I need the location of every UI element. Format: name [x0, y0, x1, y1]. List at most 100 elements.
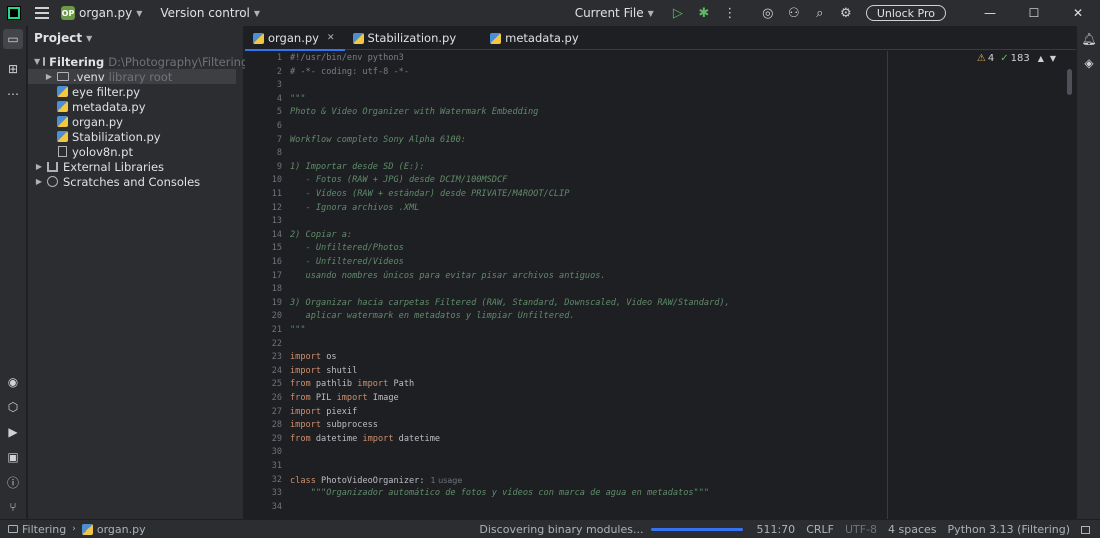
chevron-down-icon: ▼ [136, 8, 143, 18]
left-tool-stripe: ▭ ⊞ ⋯ ◉ ⬡ ▶ ▣ ⓘ ⑂ [0, 26, 27, 519]
line-number: 15 [271, 243, 282, 254]
collapse-arrow-icon[interactable]: ▶ [34, 162, 44, 171]
code-line: from PIL import Image [290, 392, 399, 406]
ai-chat-icon[interactable]: ◈ [1080, 54, 1098, 72]
line-number: 16 [271, 257, 282, 267]
tree-item-file[interactable]: organ.py [28, 114, 243, 129]
scratches-label: Scratches and Consoles [63, 174, 201, 189]
tab-metadata[interactable]: metadata.py [482, 26, 589, 50]
code-line: - Unfiltered/Videos [290, 257, 404, 267]
breadcrumb-file[interactable]: organ.py [97, 523, 146, 536]
tree-item-file[interactable]: eye filter.py [28, 84, 243, 99]
warnings-count: 4 [987, 53, 995, 64]
collapse-arrow-icon[interactable]: ▶ [34, 177, 44, 186]
ai-assistant-icon[interactable]: ◎ [758, 3, 778, 23]
line-number: 6 [276, 121, 282, 131]
code-text: os [321, 352, 337, 363]
code-text: shutil [321, 365, 358, 376]
line-number: 8 [276, 148, 282, 159]
close-window-button[interactable]: ✕ [1056, 0, 1100, 26]
search-icon[interactable]: ⌕ [810, 3, 830, 23]
tree-item-file[interactable]: Stabilization.py [28, 129, 243, 144]
tree-item-file[interactable]: metadata.py [28, 99, 243, 114]
notifications-bell-icon[interactable]: 🔔︎ [1080, 30, 1098, 48]
keyword: class [290, 475, 316, 486]
git-icon[interactable]: ⑂ [3, 497, 23, 517]
tree-item-root[interactable]: ▼ Filtering D:\Photography\Filtering [28, 54, 248, 69]
project-panel-header[interactable]: Project ▼ [28, 26, 243, 50]
python-packages-icon[interactable]: ◉ [3, 372, 23, 392]
line-number: 31 [271, 461, 282, 471]
file-name: metadata.py [72, 99, 146, 114]
chevron-up-icon[interactable]: ▲ [1038, 54, 1044, 63]
close-tab-icon[interactable]: ✕ [327, 33, 335, 43]
project-badge: OP [61, 6, 75, 20]
line-number: 29 [271, 433, 282, 444]
file-name: eye filter.py [72, 84, 141, 99]
python-file-icon [352, 32, 364, 44]
main-menu-icon[interactable] [35, 7, 49, 19]
line-number: 30 [271, 447, 282, 458]
background-task-label[interactable]: Discovering binary modules... [479, 523, 643, 536]
code-line: 3) Organizar hacia carpetas Filtered (RA… [290, 297, 730, 308]
code-line: usando nombres únicos para evitar pisar … [290, 270, 606, 281]
code-line: #!/usr/bin/env python3 [290, 53, 404, 63]
pycharm-logo-icon [7, 6, 21, 20]
expand-arrow-icon[interactable]: ▼ [34, 57, 40, 66]
folder-icon [8, 525, 18, 533]
venv-hint: library root [108, 69, 173, 84]
keyword: import [290, 420, 322, 431]
maximize-button[interactable]: ☐ [1012, 0, 1056, 26]
add-user-icon[interactable]: ⚇ [784, 3, 804, 23]
code-editor[interactable]: 1 2 3 4 5 6 7 8 9 10 11 12 13 14 15 16 17 18 19 20 21 22 23 24 2… [245, 51, 1076, 519]
run-icon[interactable]: ▷ [668, 3, 688, 23]
more-actions-icon[interactable]: ⋮ [720, 3, 740, 23]
line-number: 7 [276, 134, 282, 145]
right-tool-stripe: 🔔︎ ◈ [1076, 26, 1100, 519]
tree-item-external-libraries[interactable]: ▶ External Libraries [28, 159, 243, 174]
tab-stabilization[interactable]: Stabilization.py [345, 26, 467, 50]
code-line: import shutil [290, 365, 357, 379]
version-control-menu[interactable]: Version control ▼ [160, 6, 260, 20]
title-bar: OP organ.py ▼ Version control ▼ Current … [0, 0, 1100, 26]
tab-organ[interactable]: organ.py ✕ [245, 26, 345, 51]
line-number: 10 [271, 175, 282, 186]
indent-settings[interactable]: 4 spaces [888, 523, 937, 536]
breadcrumb-folder[interactable]: Filtering [22, 523, 66, 536]
keyword: import [336, 393, 368, 403]
inspection-widget[interactable]: ⚠ 4 ✓ 183 ▲ ▼ [977, 53, 1056, 64]
minimize-button[interactable]: — [968, 0, 1012, 26]
debug-icon[interactable]: ✱ [694, 3, 714, 23]
caret-position[interactable]: 511:70 [756, 523, 795, 536]
tree-item-file[interactable]: yolov8n.pt [28, 144, 243, 159]
tab-label: metadata.py [505, 31, 579, 45]
line-number: 18 [271, 284, 282, 295]
more-tools-icon[interactable]: ⋯ [3, 84, 23, 104]
project-tool-icon[interactable]: ▭ [3, 29, 23, 49]
line-separator[interactable]: CRLF [806, 523, 834, 536]
chevron-down-icon[interactable]: ▼ [1050, 54, 1056, 63]
read-only-lock-icon[interactable] [1081, 525, 1090, 534]
problems-icon[interactable]: ⓘ [3, 472, 23, 492]
vertical-scrollbar[interactable] [1067, 69, 1072, 95]
line-number: 19 [271, 297, 282, 308]
collapse-arrow-icon[interactable]: ▶ [44, 72, 54, 81]
unlock-pro-button[interactable]: Unlock Pro [865, 5, 946, 21]
run-configuration-selector[interactable]: Current File ▼ [575, 6, 654, 20]
line-number: 22 [271, 338, 282, 349]
line-number: 34 [271, 501, 282, 512]
services-icon[interactable]: ▶ [3, 422, 23, 442]
python-console-icon[interactable]: ⬡ [3, 397, 23, 417]
structure-tool-icon[interactable]: ⊞ [3, 59, 23, 79]
python-interpreter[interactable]: Python 3.13 (Filtering) [948, 523, 1070, 536]
settings-gear-icon[interactable]: ⚙ [836, 3, 856, 23]
project-selector[interactable]: organ.py ▼ [79, 6, 142, 20]
tree-item-venv[interactable]: ▶ .venv library root [28, 69, 236, 84]
python-file-icon [81, 523, 93, 535]
file-encoding[interactable]: UTF-8 [845, 523, 877, 536]
usage-hint[interactable]: 1 usage [431, 476, 463, 485]
terminal-icon[interactable]: ▣ [3, 447, 23, 467]
project-panel: Project ▼ ▼ Filtering D:\Photography\Fil… [28, 26, 248, 519]
tree-item-scratches[interactable]: ▶ Scratches and Consoles [28, 174, 243, 189]
run-configuration-label: Current File [574, 6, 644, 20]
